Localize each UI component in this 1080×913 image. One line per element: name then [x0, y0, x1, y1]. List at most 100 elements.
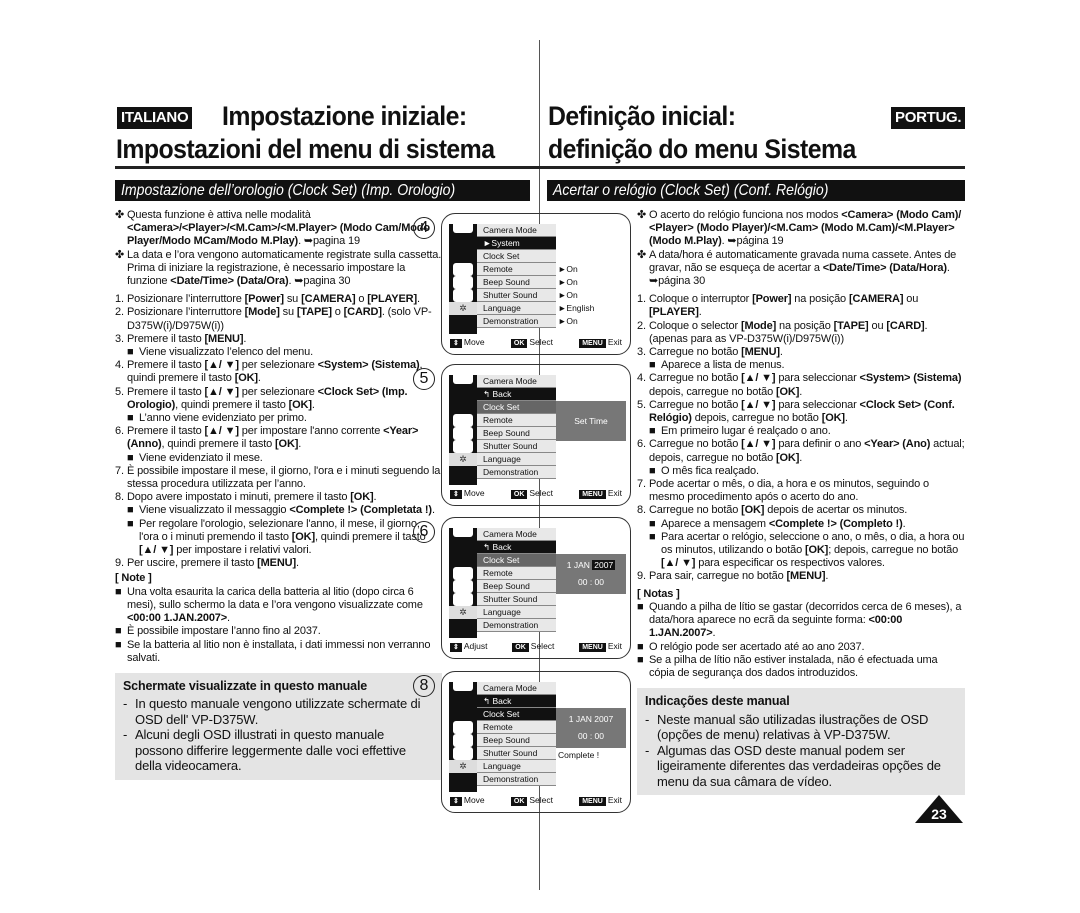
text: . — [257, 372, 261, 385]
menu-item: Demonstration — [477, 619, 556, 632]
box-item: - Neste manual são utilizadas ilustrações… — [645, 711, 929, 743]
instruction-step: 6. Premere il tasto [▲/ ▼] per impostare … — [115, 425, 442, 451]
footer-hint: ⇕ Adjust — [450, 641, 488, 652]
instruction-step: 1. Coloque o interruptor [Power] na posiç… — [637, 293, 965, 319]
up-down-key-icon: ⇕ — [450, 797, 462, 806]
osd-footer: ⇕ Adjust OK Select MENU Exit — [450, 640, 622, 652]
text: per selezionare — [238, 359, 318, 372]
menu-icon-column: ✲ — [449, 678, 477, 792]
text: . — [431, 504, 435, 517]
text: . — [416, 293, 420, 306]
tv-icon — [453, 747, 473, 760]
date-day-month: 1 JAN — [566, 560, 593, 570]
text: Premere il tasto — [127, 425, 205, 438]
text: o — [331, 306, 344, 319]
bold-text: [OK] — [804, 544, 829, 557]
bullet-marker: 3. — [115, 332, 124, 345]
instruction-step: 4. Carregue no botão [▲/ ▼] para seleccio… — [637, 372, 965, 398]
instruction-step: 2. Coloque o selector [Mode] na posição [… — [637, 320, 965, 346]
text: . — [295, 557, 299, 570]
date-year: 2007 — [594, 714, 614, 724]
footer-hint-label: Move — [463, 795, 485, 805]
camera-icon — [453, 734, 473, 747]
instruction-step: ■ Aparece a mensagem <Complete !> (Comple… — [637, 518, 965, 531]
text: Carregue no botão — [649, 372, 742, 385]
menu-key-icon: MENU — [579, 797, 606, 806]
menu-item: Beep Sound — [477, 580, 556, 593]
bullet-marker: ■ — [649, 359, 656, 372]
text: . — [779, 346, 783, 359]
text: O acerto do relógio funciona nos modos — [649, 209, 842, 221]
ok-key-icon: OK — [510, 490, 528, 499]
text: Una volta esaurita la carica della batte… — [127, 585, 423, 611]
bullet-marker: 2. — [637, 319, 646, 332]
language-badge-portuguese: PORTUG. — [891, 107, 966, 129]
menu-item: Beep Sound — [477, 276, 556, 289]
menu-item: Demonstration — [477, 315, 556, 328]
text: È possibile impostare il mese, il giorno… — [127, 464, 441, 491]
bullet-marker: 9. — [637, 570, 646, 583]
camera-mode-icon — [453, 220, 473, 233]
osd-footer: ⇕ Move OK Select MENU Exit — [450, 794, 622, 806]
instruction-step: ■ Em primeiro lugar é realçado o ano. — [637, 425, 965, 438]
menu-item: Beep Sound — [477, 734, 556, 747]
menu-item: Language — [477, 453, 556, 466]
footer-hint: MENU Exit — [579, 488, 622, 499]
bullet-marker: 6. — [115, 425, 124, 438]
bold-text: [TAPE] — [296, 306, 332, 319]
osd-footer: ⇕ Move OK Select MENU Exit — [450, 336, 622, 348]
text: Se a pilha de lítio não estiver instalad… — [649, 653, 938, 679]
footer-hint: OK Select — [510, 337, 553, 348]
osd-menu-list: Camera Mode ►System Clock Set Remote Beep So… — [477, 224, 556, 328]
bold-text: [Mode] — [740, 319, 777, 332]
bullet-marker: ■ — [127, 346, 134, 359]
footer-hint-label: Move — [463, 337, 485, 347]
text: . — [799, 385, 803, 398]
bullet-marker: 9. — [115, 557, 124, 570]
instruction-step: 7. È possibile impostare il mese, il gior… — [115, 465, 442, 491]
text: Aparece a mensagem — [661, 517, 769, 530]
menu-item-value: ►On — [558, 290, 578, 300]
text: depois, carregue no botão — [649, 385, 776, 398]
bullet-marker: 5. — [637, 398, 646, 411]
text: . — [825, 570, 829, 583]
instruction-step: ■ Viene visualizzato il messaggio <Comple… — [115, 504, 442, 517]
text: Para sair, carregue no botão — [649, 570, 787, 583]
osd-menu-list: Camera Mode ↰ Back Clock Set Remote Beep Sou… — [477, 682, 556, 786]
menu-item-value: ►On — [558, 264, 578, 274]
menu-item: Clock Set — [477, 708, 556, 721]
instruction-step: ■ Per regolare l'orologio, selezionare l'… — [115, 518, 442, 558]
memory-icon — [453, 414, 473, 427]
bold-text: [PLAYER] — [367, 293, 417, 306]
instruction-step: 2. Posizionare l’interruttore [Mode] su [… — [115, 306, 442, 332]
text: para definir o ano — [775, 438, 865, 451]
text: Dopo avere impostato i minuti, premere i… — [127, 491, 351, 504]
text: Premere il tasto — [127, 332, 205, 345]
text: Viene visualizzato l’elenco del menu. — [139, 346, 314, 359]
instruction-step: ■ Viene visualizzato l’elenco del menu. — [115, 346, 442, 359]
text: Viene visualizzato il messaggio — [139, 504, 290, 517]
osd-screen: ✲ Camera Mode ↰ Back Clock Set Remote Beep So… — [441, 517, 631, 659]
menu-item: ►System — [477, 237, 556, 250]
note-title: [ Note ] — [115, 572, 152, 585]
italian-title-line1: Impostazione iniziale: — [222, 101, 467, 131]
menu-item-value: ►English — [558, 303, 595, 313]
menu-item: Shutter Sound — [477, 747, 556, 760]
osd-screen: ✲ Camera Mode ↰ Back Clock Set Remote Beep So… — [441, 364, 631, 506]
instruction-step: ■ Aparece a lista de menus. — [637, 359, 965, 372]
menu-item-value: ►On — [558, 277, 578, 287]
text: per impostare l'anno corrente — [238, 425, 384, 438]
bold-text: <Complete !> (Completata !) — [289, 504, 432, 517]
menu-icon-column: ✲ — [449, 220, 477, 334]
bold-text: [TAPE] — [833, 319, 869, 332]
footer-hint: MENU Exit — [579, 641, 622, 652]
text: Premere il tasto — [127, 385, 205, 398]
text: . ➥pagina 30 — [288, 275, 351, 288]
text: per selezionare — [238, 385, 318, 398]
footer-hint: ⇕ Move — [450, 337, 485, 348]
osd-screen: ✲ ►On ►On ►On ►English ►On Camera Mode ►System C… — [441, 213, 631, 355]
settings-gear-icon: ✲ — [449, 760, 477, 773]
manual-info-box: Indicações deste manual - Neste manual sã… — [637, 688, 965, 796]
bullet-marker: ■ — [115, 585, 122, 598]
bold-text: [MENU] — [741, 346, 780, 359]
